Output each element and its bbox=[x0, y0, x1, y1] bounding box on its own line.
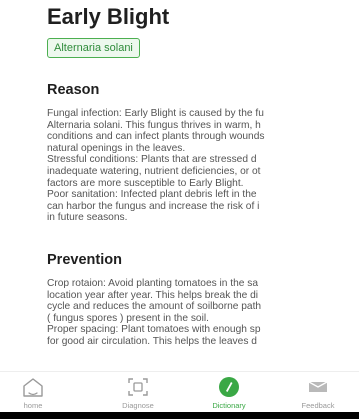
mail-icon bbox=[308, 381, 328, 392]
reason-line: Stressful conditions: Plants that are st… bbox=[47, 154, 257, 166]
prevention-text: Crop rotaion: Avoid planting tomatoes in… bbox=[47, 278, 261, 348]
disease-detail-content[interactable]: Early Blight Alternaria solani Reason Fu… bbox=[47, 0, 359, 371]
prevention-line: Crop rotaion: Avoid planting tomatoes in… bbox=[47, 278, 259, 289]
home-icon bbox=[23, 378, 43, 397]
scientific-name-tag: Alternaria solani bbox=[47, 38, 140, 58]
nav-item-home[interactable]: home bbox=[3, 372, 63, 413]
nav-item-diagnose[interactable]: Diagnose bbox=[108, 372, 168, 413]
reason-line: Fungal infection: Early Blight is caused… bbox=[47, 108, 264, 119]
screen: Early Blight Alternaria solani Reason Fu… bbox=[0, 0, 359, 419]
reason-line: inadequate watering, nutrient deficienci… bbox=[47, 165, 261, 177]
reason-line: factors are more susceptible to Early Bl… bbox=[47, 177, 244, 189]
nav-label-dictionary: Dictionary bbox=[212, 401, 246, 410]
prevention-line: location year after year. This helps bre… bbox=[47, 289, 259, 301]
reason-heading: Reason bbox=[47, 82, 100, 98]
nav-label-feedback: Feedback bbox=[301, 401, 335, 410]
bottom-navigation: home Diagnose Dictionary Feedback bbox=[0, 371, 359, 413]
prevention-heading: Prevention bbox=[47, 252, 122, 268]
compass-icon bbox=[219, 377, 239, 397]
disease-title: Early Blight bbox=[47, 4, 170, 29]
prevention-line: cycle and reduces the amount of soilborn… bbox=[47, 301, 262, 313]
reason-line: can harbor the fungus and increase the r… bbox=[47, 200, 260, 212]
reason-line: Alternaria solani. This fungus thrives i… bbox=[47, 119, 261, 131]
reason-text: Fungal infection: Early Blight is caused… bbox=[47, 108, 264, 224]
reason-line: conditions and can infect plants through… bbox=[47, 131, 265, 143]
reason-line: in future seasons. bbox=[47, 212, 128, 224]
nav-item-dictionary[interactable]: Dictionary bbox=[199, 372, 259, 413]
prevention-line: for good air circulation. This helps the… bbox=[47, 335, 257, 347]
scan-icon bbox=[128, 378, 148, 396]
system-navigation-bar bbox=[0, 412, 359, 419]
prevention-line: Proper spacing: Plant tomatoes with enou… bbox=[47, 324, 261, 336]
nav-label-diagnose: Diagnose bbox=[122, 401, 154, 410]
nav-item-feedback[interactable]: Feedback bbox=[288, 372, 348, 413]
prevention-line: ( fungus spores ) present in the soil. bbox=[47, 312, 209, 324]
reason-line: Poor sanitation: Infected plant debris l… bbox=[47, 189, 257, 201]
reason-line: natural openings in the leaves. bbox=[47, 142, 186, 154]
nav-label-home: home bbox=[23, 401, 43, 410]
